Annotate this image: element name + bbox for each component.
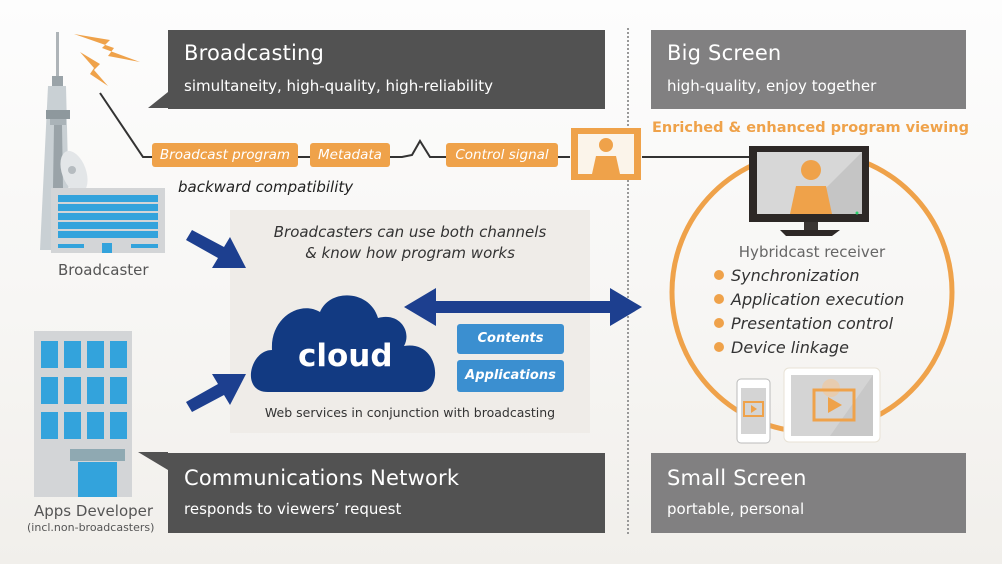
- tag-metadata: Metadata: [310, 143, 390, 167]
- backward-compat-label: backward compatibility: [178, 178, 354, 196]
- tag-broadcast-program: Broadcast program: [152, 143, 298, 167]
- caption-line-2: & know how program works: [305, 244, 515, 262]
- enriched-label: Enriched & enhanced program viewing: [652, 120, 969, 136]
- big-screen-callout: Big Screen high-quality, enjoy together: [651, 30, 966, 109]
- small-screen-callout: Small Screen portable, personal: [651, 453, 966, 533]
- tag-control-signal: Control signal: [446, 143, 558, 167]
- big-screen-title: Big Screen: [667, 41, 782, 65]
- feature-label: Presentation control: [731, 314, 894, 333]
- feature-device-linkage: Device linkage: [714, 338, 849, 357]
- bullet-icon: [714, 270, 724, 280]
- feature-presentation-control: Presentation control: [714, 314, 893, 333]
- cloud-panel-caption: Broadcasters can use both channels & kno…: [230, 222, 590, 264]
- feature-synchronization: Synchronization: [714, 266, 860, 285]
- tablet-icon: [783, 367, 881, 443]
- feature-label: Device linkage: [731, 338, 849, 357]
- caption-line-1: Broadcasters can use both channels: [273, 223, 547, 241]
- receiver-title: Hybridcast receiver: [738, 243, 886, 261]
- program-thumbnail-icon: [571, 128, 641, 180]
- feature-label: Synchronization: [731, 266, 860, 285]
- lightning-icon: [74, 34, 140, 86]
- small-screen-title: Small Screen: [667, 466, 807, 490]
- contents-button[interactable]: Contents: [457, 324, 564, 354]
- communications-title: Communications Network: [184, 466, 460, 490]
- apps-developer-label: Apps Developer: [34, 502, 154, 520]
- cloud-panel-footer: Web services in conjunction with broadca…: [264, 405, 556, 420]
- bullet-icon: [714, 318, 724, 328]
- communications-callout: Communications Network responds to viewe…: [168, 453, 605, 533]
- bullet-icon: [714, 294, 724, 304]
- broadcasting-title: Broadcasting: [184, 41, 325, 65]
- feature-application-execution: Application execution: [714, 290, 904, 309]
- applications-button[interactable]: Applications: [457, 360, 564, 392]
- apps-developer-note: (incl.non-broadcasters): [27, 521, 155, 534]
- tv-icon: [749, 146, 869, 236]
- feature-label: Application execution: [731, 290, 905, 309]
- apps-developer-building-icon: [34, 331, 132, 497]
- communications-subtitle: responds to viewers’ request: [184, 500, 402, 518]
- smartphone-icon: [736, 378, 771, 444]
- cloud-label: cloud: [298, 338, 393, 374]
- broadcasting-subtitle: simultaneity, high-quality, high-reliabi…: [184, 77, 493, 95]
- broadcaster-label: Broadcaster: [58, 261, 149, 279]
- small-screen-subtitle: portable, personal: [667, 500, 805, 518]
- broadcaster-building-icon: [51, 188, 165, 253]
- big-screen-subtitle: high-quality, enjoy together: [667, 77, 877, 95]
- broadcasting-callout: Broadcasting simultaneity, high-quality,…: [168, 30, 605, 109]
- bullet-icon: [714, 342, 724, 352]
